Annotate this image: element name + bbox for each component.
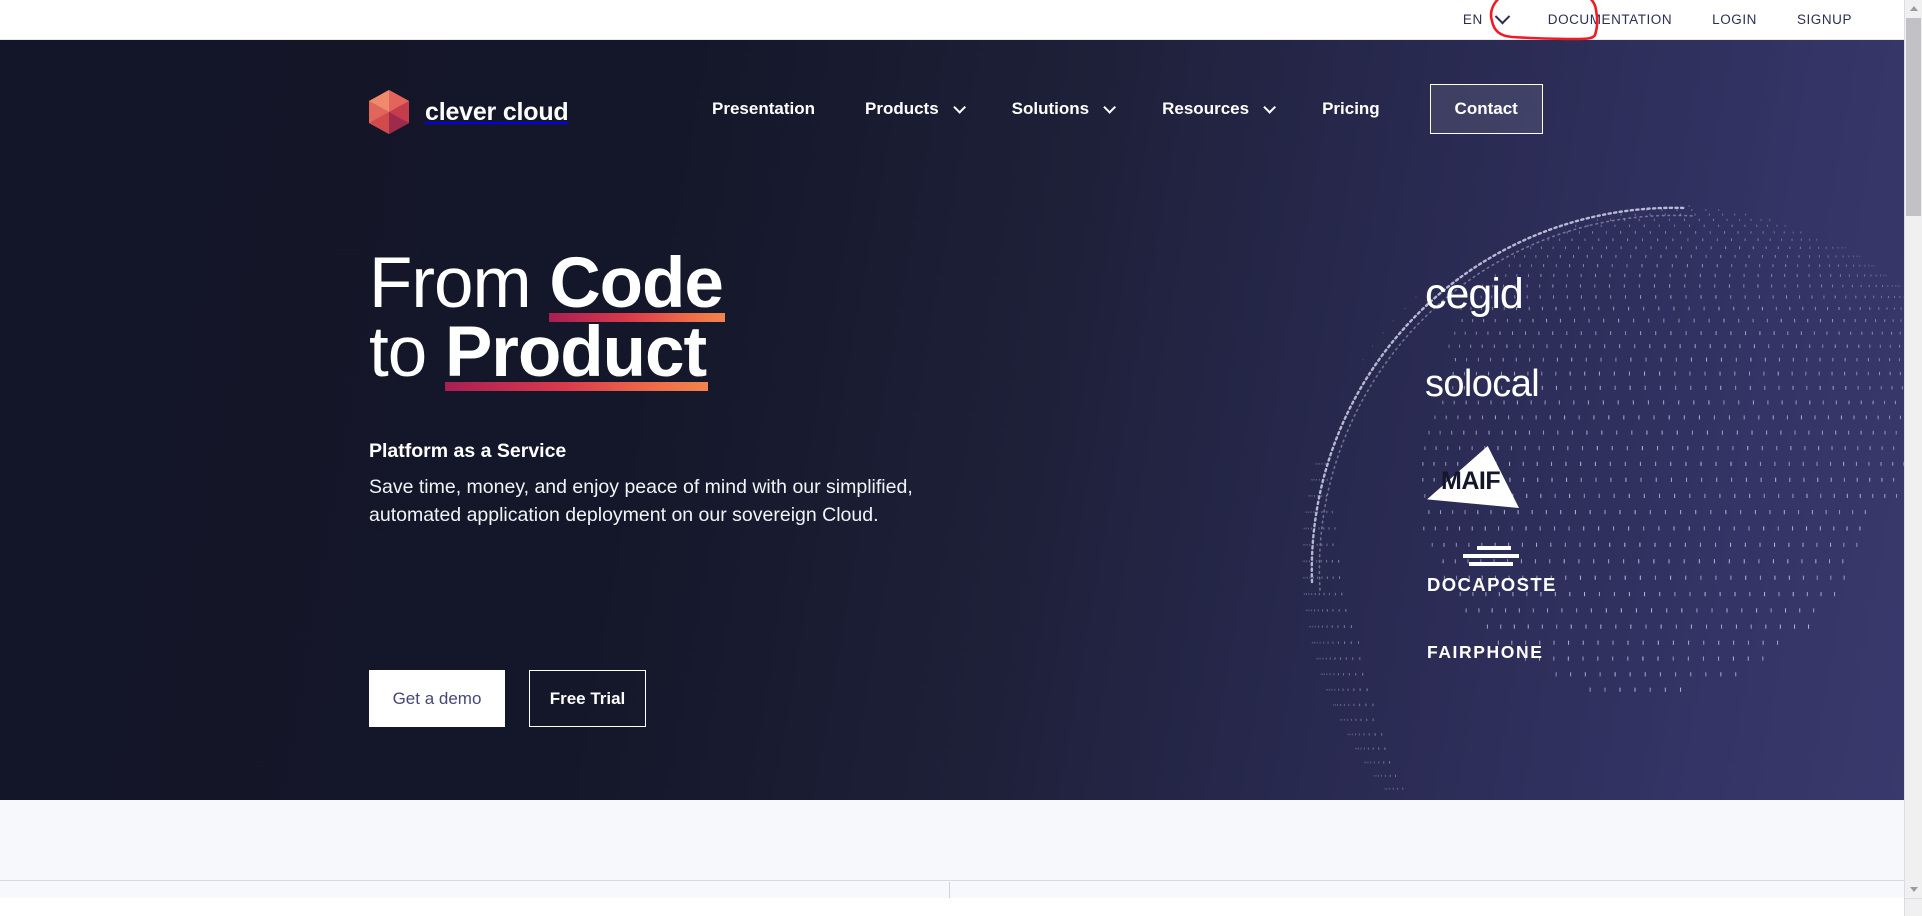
client-logo-label: DOCAPOSTE <box>1427 574 1557 595</box>
free-trial-button[interactable]: Free Trial <box>529 670 646 727</box>
main-navigation-bar: clever cloud Presentation Products Solut… <box>0 40 1904 134</box>
hero-subcopy: Save time, money, and enjoy peace of min… <box>369 473 1009 530</box>
hero-section: clever cloud Presentation Products Solut… <box>0 40 1904 800</box>
headline-prefix: to <box>369 312 445 392</box>
chevron-down-icon <box>1263 100 1277 114</box>
triangle-down-icon <box>1909 887 1918 892</box>
nav-item-solutions[interactable]: Solutions <box>1011 89 1117 129</box>
vertical-scrollbar-thumb[interactable] <box>1906 18 1921 216</box>
vertical-scrollbar[interactable] <box>1904 0 1922 898</box>
client-logo-list: cegid solocal MAIF DOCAPOSTE FAIRPHONE <box>1425 270 1625 663</box>
horizontal-scrollbar-thumb[interactable] <box>0 882 950 898</box>
chevron-down-icon <box>952 100 966 114</box>
language-label[interactable]: EN <box>1463 12 1483 27</box>
clever-cloud-hexagon-logo <box>369 90 409 134</box>
scrollbar-corner <box>1904 898 1922 916</box>
horizontal-scrollbar[interactable] <box>0 880 1904 898</box>
hero-copy: From Code to Product Platform as a Servi… <box>369 244 1069 530</box>
chevron-down-icon <box>1103 100 1117 114</box>
client-logo-docaposte: DOCAPOSTE <box>1427 546 1557 596</box>
utility-top-bar: EN DOCUMENTATION LOGIN SIGNUP <box>0 0 1904 40</box>
hero-subcopy-line-2: automated application deployment on our … <box>369 504 879 527</box>
nav-item-label: Solutions <box>1011 99 1090 118</box>
client-logo-label: MAIF <box>1441 467 1501 495</box>
utility-link-documentation[interactable]: DOCUMENTATION <box>1548 12 1672 27</box>
nav-item-products[interactable]: Products <box>864 89 966 129</box>
nav-item-resources[interactable]: Resources <box>1162 89 1277 129</box>
hero-cta-row: Get a demo Free Trial <box>369 670 646 727</box>
brand-logo-link[interactable]: clever cloud <box>369 90 569 134</box>
scroll-up-button[interactable] <box>1905 0 1922 17</box>
utility-link-signup[interactable]: SIGNUP <box>1797 12 1852 27</box>
client-logo-cegid: cegid <box>1425 270 1524 318</box>
nav-item-label: Products <box>864 99 939 118</box>
nav-item-label: Resources <box>1162 99 1250 118</box>
client-logo-fairphone: FAIRPHONE <box>1427 642 1544 662</box>
headline-emphasis-code: Code <box>549 244 725 323</box>
hero-tagline: Platform as a Service <box>369 439 567 462</box>
nav-links: Presentation Products Solutions Resource… <box>712 84 1543 134</box>
chevron-down-icon <box>1494 8 1511 25</box>
headline-line-2: to Product <box>369 312 1069 392</box>
page-title: From Code to Product <box>369 244 1069 392</box>
docaposte-bars-icon <box>1463 546 1519 566</box>
nav-item-pricing[interactable]: Pricing <box>1322 89 1380 129</box>
scroll-down-button[interactable] <box>1905 881 1922 898</box>
get-a-demo-button[interactable]: Get a demo <box>369 670 505 727</box>
triangle-up-icon <box>1909 6 1918 11</box>
hero-subcopy-line-1: Save time, money, and enjoy peace of min… <box>369 475 913 498</box>
headline-prefix: From <box>369 244 550 323</box>
client-logo-maif: MAIF <box>1427 446 1519 508</box>
contact-button[interactable]: Contact <box>1429 84 1543 134</box>
nav-item-label: Pricing <box>1322 99 1380 118</box>
nav-item-label: Presentation <box>712 99 815 118</box>
nav-item-presentation[interactable]: Presentation <box>712 89 815 129</box>
page-viewport: EN DOCUMENTATION LOGIN SIGNUP clever clo… <box>0 0 1904 898</box>
brand-name: clever cloud <box>425 97 569 126</box>
headline-emphasis-product: Product <box>444 312 709 392</box>
headline-line-1: From Code <box>369 244 1069 323</box>
client-logo-solocal: solocal <box>1425 363 1540 405</box>
utility-link-login[interactable]: LOGIN <box>1712 12 1757 27</box>
browser-page: EN DOCUMENTATION LOGIN SIGNUP clever clo… <box>0 0 1922 916</box>
language-selector[interactable]: EN <box>1463 8 1511 27</box>
